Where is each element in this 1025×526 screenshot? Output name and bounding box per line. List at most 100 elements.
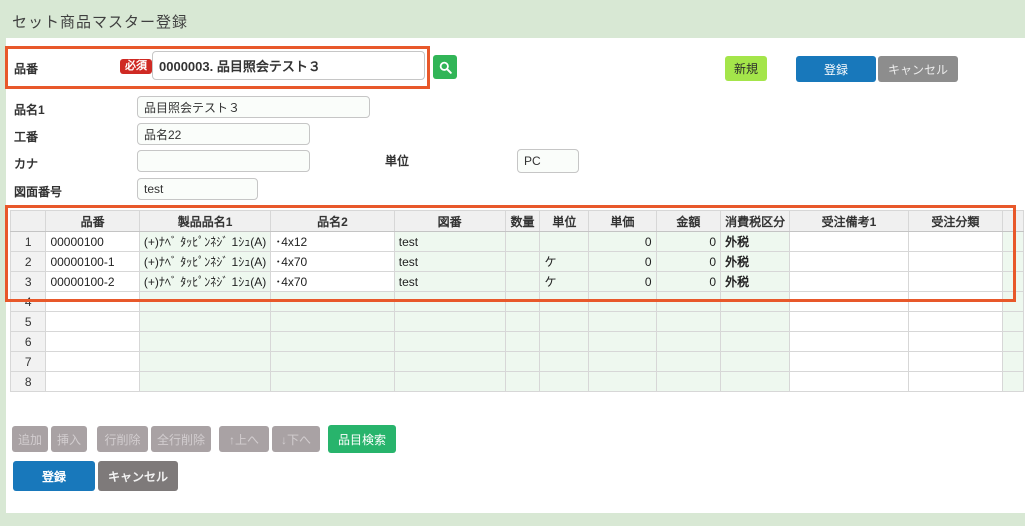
grid-cell[interactable] [908,372,1002,392]
grid-cell[interactable] [505,232,540,252]
grid-cell[interactable]: (+)ﾅﾍﾞ ﾀｯﾋﾟﾝﾈｼﾞ 1ｼｭ(A) [139,232,270,252]
footer-cancel-button[interactable]: キャンセル [98,461,178,491]
grid-cell[interactable] [139,312,270,332]
grid-cell[interactable]: (+)ﾅﾍﾞ ﾀｯﾋﾟﾝﾈｼﾞ 1ｼｭ(A) [139,252,270,272]
grid-cell[interactable] [394,352,505,372]
grid-cell[interactable] [271,332,395,352]
grid-cell[interactable] [540,292,589,312]
grid-cell[interactable] [394,312,505,332]
grid-cell[interactable] [721,352,790,372]
grid-cell[interactable] [1002,332,1023,352]
grid-cell[interactable] [790,312,909,332]
grid-cell[interactable] [394,372,505,392]
grid-cell[interactable] [589,332,656,352]
grid-cell[interactable]: 外税 [721,272,790,292]
grid-cell[interactable] [721,372,790,392]
grid-cell[interactable] [908,292,1002,312]
grid-cell[interactable] [656,332,721,352]
grid-cell[interactable] [589,312,656,332]
grid-cell[interactable] [46,352,139,372]
grid-cell[interactable] [790,352,909,372]
grid-cell[interactable]: 0 [656,232,721,252]
item-search-button[interactable]: 品目検索 [328,425,396,453]
move-down-button[interactable]: ↓下へ [272,426,320,452]
grid-cell[interactable]: 0 [589,272,656,292]
grid-cell[interactable]: (+)ﾅﾍﾞ ﾀｯﾋﾟﾝﾈｼﾞ 1ｼｭ(A) [139,272,270,292]
grid-cell[interactable] [394,332,505,352]
item-code-input[interactable] [152,51,425,80]
grid-cell[interactable] [1002,232,1023,252]
delete-row-button[interactable]: 行削除 [97,426,148,452]
grid-cell[interactable]: 00000100-2 [46,272,139,292]
new-button[interactable]: 新規 [725,56,767,81]
grid-cell[interactable] [46,332,139,352]
grid-cell[interactable]: ケ [540,252,589,272]
drawing-no-input[interactable] [137,178,258,200]
grid-cell[interactable] [505,332,540,352]
grid-cell[interactable]: 00000100-1 [46,252,139,272]
grid-cell[interactable] [271,352,395,372]
grid-cell[interactable]: 外税 [721,232,790,252]
grid-cell[interactable] [505,272,540,292]
footer-register-button[interactable]: 登録 [13,461,95,491]
grid-cell[interactable] [721,312,790,332]
grid-cell[interactable] [139,292,270,312]
grid-cell[interactable]: 0 [589,252,656,272]
grid-cell[interactable] [589,372,656,392]
grid-cell[interactable]: 00000100 [46,232,139,252]
kana-input[interactable] [137,150,310,172]
name1-input[interactable] [137,96,370,118]
grid-cell[interactable] [908,252,1002,272]
item-code-search-button[interactable] [433,55,457,79]
grid-cell[interactable]: ･4x12 [271,232,395,252]
grid-cell[interactable] [271,312,395,332]
grid-cell[interactable] [139,352,270,372]
grid-cell[interactable] [790,272,909,292]
grid-cell[interactable] [908,332,1002,352]
work-no-input[interactable] [137,123,310,145]
grid-cell[interactable] [505,292,540,312]
grid-cell[interactable] [790,372,909,392]
grid-cell[interactable]: 外税 [721,252,790,272]
insert-row-button[interactable]: 挿入 [51,426,87,452]
grid-cell[interactable] [46,312,139,332]
grid-cell[interactable] [656,292,721,312]
grid-cell[interactable] [1002,312,1023,332]
grid-cell[interactable] [540,352,589,372]
grid-cell[interactable] [1002,292,1023,312]
grid-cell[interactable] [1002,252,1023,272]
grid-cell[interactable]: test [394,252,505,272]
grid-cell[interactable] [139,372,270,392]
move-up-button[interactable]: ↑上へ [219,426,269,452]
grid-cell[interactable] [908,272,1002,292]
grid-cell[interactable] [271,292,395,312]
grid-cell[interactable] [505,312,540,332]
grid-cell[interactable] [505,352,540,372]
grid-cell[interactable] [790,292,909,312]
grid-cell[interactable] [790,252,909,272]
grid-cell[interactable]: 0 [656,252,721,272]
grid-cell[interactable]: test [394,272,505,292]
header-cancel-button[interactable]: キャンセル [878,56,958,82]
grid-cell[interactable] [540,372,589,392]
grid-cell[interactable] [540,332,589,352]
grid-cell[interactable] [908,312,1002,332]
grid-cell[interactable] [1002,272,1023,292]
grid-cell[interactable] [589,352,656,372]
grid-cell[interactable]: 0 [656,272,721,292]
grid-cell[interactable] [1002,372,1023,392]
grid-cell[interactable] [656,312,721,332]
grid-cell[interactable] [394,292,505,312]
grid-cell[interactable] [790,232,909,252]
grid-cell[interactable] [721,332,790,352]
grid-cell[interactable] [46,372,139,392]
grid-cell[interactable] [271,372,395,392]
grid-cell[interactable] [139,332,270,352]
delete-all-rows-button[interactable]: 全行削除 [151,426,211,452]
unit-input[interactable] [517,149,579,173]
grid-cell[interactable] [505,372,540,392]
grid-cell[interactable]: ケ [540,272,589,292]
grid-cell[interactable] [656,372,721,392]
grid-cell[interactable]: 0 [589,232,656,252]
add-row-button[interactable]: 追加 [12,426,48,452]
